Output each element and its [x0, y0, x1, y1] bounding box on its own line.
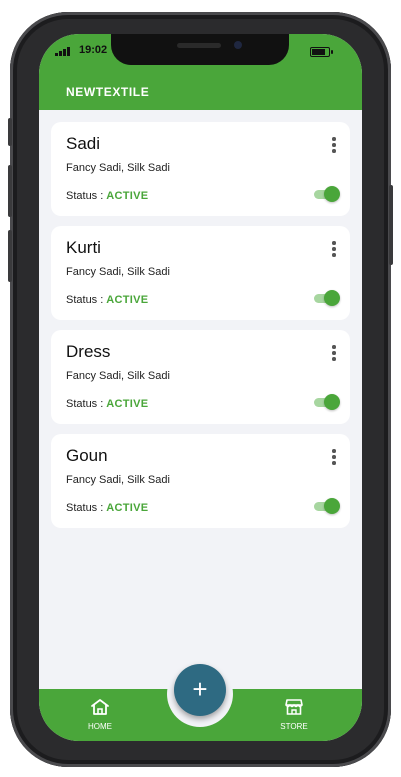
list-item[interactable]: Dress Fancy Sadi, Silk Sadi Status : ACTI…: [51, 330, 350, 424]
item-subtitle: Fancy Sadi, Silk Sadi: [66, 162, 170, 174]
status-value: ACTIVE: [106, 294, 149, 306]
status-label: Status :: [66, 190, 104, 202]
home-icon: [91, 699, 109, 715]
more-vert-icon[interactable]: [332, 345, 336, 361]
notch: [111, 34, 289, 65]
item-name: Kurti: [66, 238, 101, 257]
list-item[interactable]: Kurti Fancy Sadi, Silk Sadi Status : ACTI…: [51, 226, 350, 320]
status-value: ACTIVE: [106, 502, 149, 514]
status-toggle[interactable]: [312, 186, 340, 202]
more-vert-icon[interactable]: [332, 241, 336, 257]
item-status: Status : ACTIVE: [66, 190, 148, 202]
side-button-volume-up: [8, 165, 12, 217]
nav-home[interactable]: HOME: [70, 698, 130, 731]
item-name: Sadi: [66, 134, 101, 153]
nav-store[interactable]: STORE: [264, 698, 324, 731]
status-bar: 19:02: [39, 34, 362, 68]
nav-store-label: STORE: [280, 722, 308, 731]
nav-home-label: HOME: [88, 722, 112, 731]
item-status: Status : ACTIVE: [66, 398, 148, 410]
status-toggle[interactable]: [312, 498, 340, 514]
add-button[interactable]: +: [174, 664, 226, 716]
item-status: Status : ACTIVE: [66, 294, 148, 306]
status-toggle[interactable]: [312, 394, 340, 410]
list-item[interactable]: Goun Fancy Sadi, Silk Sadi Status : ACTIV…: [51, 434, 350, 528]
item-subtitle: Fancy Sadi, Silk Sadi: [66, 370, 170, 382]
status-value: ACTIVE: [106, 398, 149, 410]
item-subtitle: Fancy Sadi, Silk Sadi: [66, 474, 170, 486]
camera: [234, 41, 242, 49]
status-label: Status :: [66, 294, 104, 306]
side-button-mute: [8, 118, 12, 146]
plus-icon: +: [192, 674, 208, 704]
store-icon: [285, 699, 303, 715]
screen: 19:02 NEWTEXTILE Sadi Fancy Sadi, Silk S…: [39, 34, 362, 741]
item-status: Status : ACTIVE: [66, 502, 148, 514]
item-name: Dress: [66, 342, 111, 361]
more-vert-icon[interactable]: [332, 137, 336, 153]
status-label: Status :: [66, 398, 104, 410]
speaker: [177, 43, 221, 48]
app-bar: 19:02 NEWTEXTILE: [39, 34, 362, 110]
item-name: Goun: [66, 446, 108, 465]
more-vert-icon[interactable]: [332, 449, 336, 465]
signal-icon: [55, 47, 70, 56]
status-toggle[interactable]: [312, 290, 340, 306]
side-button-volume-down: [8, 230, 12, 282]
status-time: 19:02: [79, 44, 108, 56]
list-item[interactable]: Sadi Fancy Sadi, Silk Sadi Status : ACTIV…: [51, 122, 350, 216]
status-value: ACTIVE: [106, 190, 149, 202]
side-button-power: [389, 185, 393, 265]
battery-icon: [310, 47, 330, 57]
status-label: Status :: [66, 502, 104, 514]
item-subtitle: Fancy Sadi, Silk Sadi: [66, 266, 170, 278]
app-title: NEWTEXTILE: [66, 85, 150, 99]
